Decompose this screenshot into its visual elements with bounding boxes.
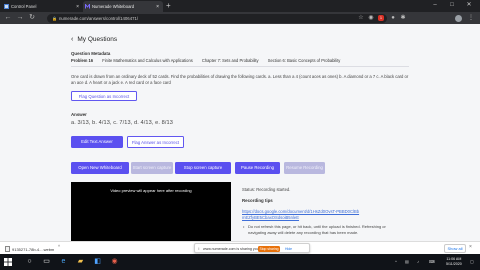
answer-title: Answer <box>71 112 87 117</box>
tray-arrow-icon[interactable]: ^ <box>395 259 397 264</box>
tab-label: Numerade Whiteboard <box>92 4 135 9</box>
drag-handle-icon[interactable]: ‖ <box>198 247 199 251</box>
recording-tip-item: Do not refresh this page, or hit back, u… <box>243 224 390 236</box>
question-text: One card is drawn from an ordinary deck … <box>71 74 409 86</box>
numerade-logo-icon <box>85 4 90 9</box>
network-icon[interactable]: ▤ <box>405 259 409 264</box>
video-preview: Video preview will appear here after rec… <box>71 182 231 241</box>
forward-icon[interactable]: → <box>15 12 25 24</box>
problem-number: Problem 16 <box>71 58 94 63</box>
minimize-button[interactable]: – <box>428 0 442 11</box>
divider <box>71 66 409 67</box>
file-explorer-icon[interactable]: ▰ <box>74 254 87 270</box>
recording-extension-icon[interactable]: ● <box>388 12 398 24</box>
clock-date: 5/11/2020 <box>446 262 462 266</box>
chapter-title: Chapter 7: Sets and Probability <box>201 58 259 63</box>
back-label: My Questions <box>77 36 118 43</box>
task-view-icon[interactable]: ▭ <box>40 254 53 270</box>
tab-numerade-whiteboard[interactable]: Numerade Whiteboard × <box>83 1 163 12</box>
edge-icon[interactable]: e <box>57 254 70 270</box>
open-whiteboard-button[interactable]: Open New Whiteboard <box>71 162 129 174</box>
profile-avatar[interactable] <box>455 14 462 22</box>
page-content: ‹ My Questions Question Metadata Problem … <box>0 24 480 241</box>
stop-sharing-button[interactable]: Stop sharing <box>258 246 280 252</box>
flag-answer-button[interactable]: Flag Answer as Incorrect <box>127 136 184 148</box>
address-bar[interactable]: 🔒 numerade.com/answers/control/1406471/ <box>47 13 387 23</box>
control-panel-icon <box>4 4 9 9</box>
close-downloads-icon[interactable]: × <box>469 244 472 250</box>
hide-button[interactable]: Hide <box>285 247 292 251</box>
pause-recording-button[interactable]: Pause Recording <box>235 162 280 174</box>
puzzle-icon[interactable]: ✱ <box>398 12 408 24</box>
reload-icon[interactable]: ↻ <box>27 12 37 24</box>
chrome-icon[interactable]: ◉ <box>108 254 121 270</box>
tab-control-panel[interactable]: Control Panel × <box>2 1 83 12</box>
metadata-row: Problem 16 Finite Mathematics and Calcul… <box>71 58 348 63</box>
flag-question-button[interactable]: Flag Question as Incorrect <box>71 91 137 101</box>
download-filename: 9135271-78b-4....webm <box>12 246 55 252</box>
show-all-button[interactable]: Show all <box>444 244 466 253</box>
close-tab-icon[interactable]: × <box>156 4 159 10</box>
close-tab-icon[interactable]: × <box>76 4 79 10</box>
tab-label: Control Panel <box>11 4 37 9</box>
extension-badge[interactable]: 1 <box>378 15 384 21</box>
menu-dots-icon[interactable]: ⋮ <box>466 12 476 24</box>
search-icon[interactable]: ○ <box>23 254 36 270</box>
back-to-questions-link[interactable]: ‹ My Questions <box>71 36 117 43</box>
video-placeholder-text: Video preview will appear here after rec… <box>110 188 192 193</box>
book-title: Finite Mathematics and Calculus with App… <box>102 58 193 63</box>
volume-icon[interactable]: ♪ <box>417 259 419 264</box>
back-icon[interactable]: ← <box>3 12 13 24</box>
chevron-up-icon[interactable]: ^ <box>58 244 60 249</box>
screen-share-bar: ‖ www.numerade.com is sharing your scree… <box>194 243 310 253</box>
browser-tab-strip: Control Panel × Numerade Whiteboard × + … <box>0 0 480 12</box>
resume-recording-button[interactable]: Resume Recording <box>284 162 325 174</box>
answer-text: a. 3/13, b. 4/13, c. 7/13, d. 4/13, e. 8… <box>71 120 173 126</box>
taskbar-clock[interactable]: 11:06 AM 5/11/2020 <box>446 257 462 267</box>
store-icon[interactable]: ◧ <box>91 254 104 270</box>
recording-tips-title: Recording tips <box>242 198 273 203</box>
recording-tips-link[interactable]: https://docs.google.com/document/d/1HsZd… <box>242 209 362 220</box>
start-capture-button[interactable]: Start screen capture <box>131 162 173 174</box>
url-text: numerade.com/answers/control/1406471/ <box>59 15 139 21</box>
section-title: Section 6: Basic Concepts of Probability <box>267 58 341 63</box>
stop-capture-button[interactable]: Stop screen capture <box>175 162 231 174</box>
close-window-button[interactable]: ✕ <box>462 0 476 11</box>
edit-text-answer-button[interactable]: Edit Text Answer <box>71 136 123 148</box>
extension-icon[interactable]: ◉ <box>366 12 376 24</box>
windows-taskbar: ○ ▭ e ▰ ◧ ◉ ^ ▤ ♪ ⌨ 11:06 AM 5/11/2020 ▢ <box>0 254 480 270</box>
new-tab-button[interactable]: + <box>166 1 171 11</box>
windows-start-icon[interactable] <box>4 258 12 266</box>
browser-toolbar: ← → ↻ 🔒 numerade.com/answers/control/140… <box>0 12 480 24</box>
chevron-left-icon: ‹ <box>71 36 74 43</box>
language-icon[interactable]: ⌨ <box>429 259 435 264</box>
bookmark-star-icon[interactable]: ☆ <box>356 12 366 24</box>
file-icon <box>5 245 10 252</box>
recording-status: Status: Recording started. <box>242 187 291 192</box>
metadata-title: Question Metadata <box>71 51 111 56</box>
maximize-button[interactable]: □ <box>445 0 459 11</box>
download-item[interactable]: 9135271-78b-4....webm <box>4 244 56 253</box>
notifications-icon[interactable]: ▢ <box>470 259 474 264</box>
lock-icon: 🔒 <box>52 15 57 21</box>
